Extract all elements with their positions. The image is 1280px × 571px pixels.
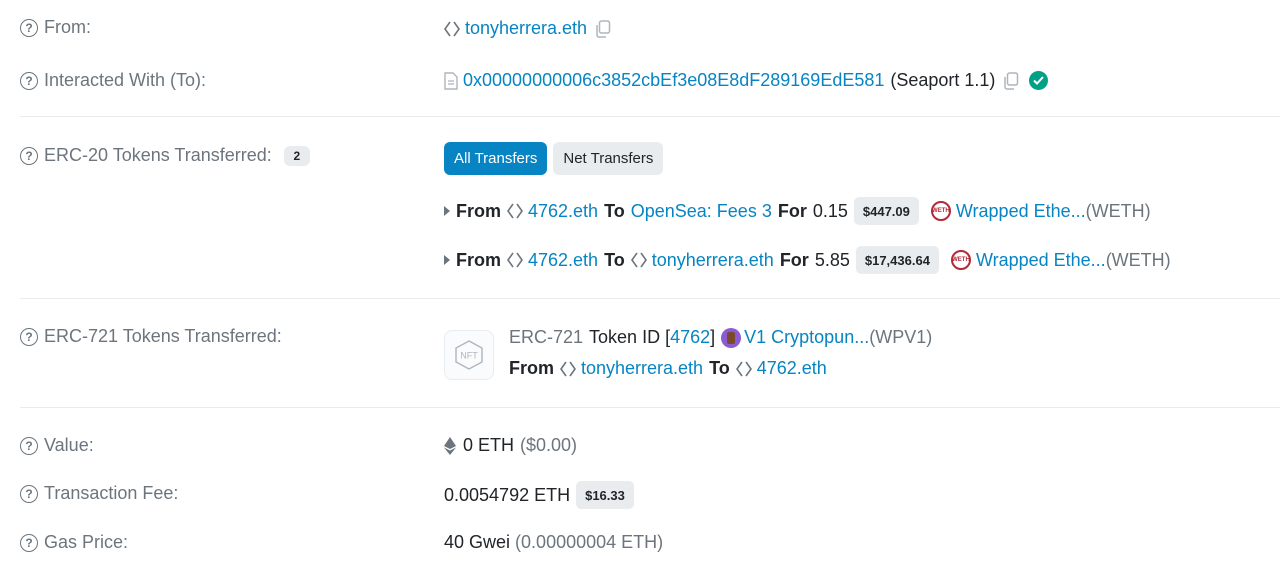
token-id-label: Token ID [: [589, 327, 671, 347]
copy-icon[interactable]: [1003, 71, 1019, 90]
from-word: From: [456, 249, 501, 270]
erc20-label-group: ? ERC-20 Tokens Transferred: 2: [20, 145, 310, 166]
caret-right-icon: [444, 206, 450, 216]
nft-hexagon-icon: NFT: [455, 340, 483, 370]
token-symbol: (WETH): [1085, 200, 1151, 221]
to-word: To: [709, 358, 730, 378]
value-label: Value:: [44, 435, 94, 455]
erc721-label: ERC-721 Tokens Transferred:: [44, 326, 282, 346]
erc721-label-group: ? ERC-721 Tokens Transferred:: [20, 326, 282, 347]
collection-link[interactable]: V1 Cryptopun...: [744, 327, 869, 348]
token-name-link[interactable]: Wrapped Ethe...: [956, 201, 1086, 222]
contract-name: (Seaport 1.1): [890, 70, 996, 90]
from-word: From: [456, 200, 501, 221]
divider: [20, 298, 1280, 299]
transfer-amount: 0.15: [812, 200, 848, 221]
for-word: For: [779, 249, 809, 270]
nft-to-link[interactable]: 4762.eth: [757, 358, 827, 379]
token-name-link[interactable]: Wrapped Ethe...: [976, 250, 1106, 271]
value-amount: 0 ETH: [463, 435, 515, 455]
erc721-token-line: ERC-721 Token ID [ 4762 ] V1 Cryptopun..…: [509, 327, 932, 348]
from-value: tonyherrera.eth: [444, 18, 611, 39]
fee-amount: 0.0054792 ETH: [444, 484, 571, 505]
help-icon[interactable]: ?: [20, 18, 38, 37]
transfer-to-link[interactable]: tonyherrera.eth: [652, 250, 774, 271]
for-word: For: [777, 200, 807, 221]
verified-check-icon: [1029, 71, 1049, 90]
cryptopunk-collection-icon: [721, 327, 742, 348]
to-value: 0x00000000006c3852cbEf3e08E8dF289169EdE5…: [444, 70, 1049, 91]
help-icon[interactable]: ?: [20, 484, 38, 503]
gas-label: Gas Price:: [44, 532, 129, 552]
from-address-link[interactable]: tonyherrera.eth: [465, 18, 587, 39]
usd-value-badge: $447.09: [853, 197, 919, 225]
copy-icon[interactable]: [595, 19, 611, 38]
ens-icon: [507, 202, 523, 220]
help-icon[interactable]: ?: [20, 327, 38, 346]
transfer-from-link[interactable]: 4762.eth: [528, 201, 598, 222]
gas-amount: 40 Gwei: [444, 532, 511, 552]
fee-label: Transaction Fee:: [44, 483, 179, 503]
help-icon[interactable]: ?: [20, 533, 38, 552]
usd-value-badge: $17,436.64: [855, 246, 939, 274]
svg-text:NFT: NFT: [460, 351, 478, 361]
token-id-close: ]: [710, 327, 716, 347]
ens-icon: [630, 251, 647, 269]
transfer-to-link[interactable]: OpenSea: Fees 3: [631, 201, 772, 222]
ens-icon: [560, 360, 576, 378]
value-value: 0 ETH ($0.00): [444, 435, 577, 456]
ens-icon: [507, 251, 523, 269]
weth-token-icon: WETH: [930, 201, 951, 221]
gas-value: 40 Gwei (0.00000004 ETH): [444, 532, 663, 553]
tab-all-transfers[interactable]: All Transfers: [444, 142, 548, 175]
value-label-group: ? Value:: [20, 435, 94, 456]
transfer-amount: 5.85: [814, 249, 850, 270]
nft-from-link[interactable]: tonyherrera.eth: [581, 358, 703, 379]
erc721-transfer-line: From tonyherrera.eth To 4762.eth: [509, 358, 827, 379]
gas-eth: (0.00000004 ETH): [515, 532, 664, 552]
erc20-label: ERC-20 Tokens Transferred:: [44, 145, 272, 165]
from-label: From:: [44, 17, 91, 37]
help-icon[interactable]: ?: [20, 146, 38, 165]
help-icon[interactable]: ?: [20, 436, 38, 455]
to-word: To: [604, 200, 625, 221]
ens-icon: [735, 360, 752, 378]
nft-thumbnail[interactable]: NFT: [444, 330, 494, 380]
help-icon[interactable]: ?: [20, 71, 38, 90]
transfer-tabs: All Transfers Net Transfers: [444, 142, 664, 175]
contract-file-icon: [444, 71, 458, 90]
gas-label-group: ? Gas Price:: [20, 532, 128, 553]
divider: [20, 116, 1280, 117]
ethereum-icon: [444, 436, 456, 455]
fee-value: 0.0054792 ETH $16.33: [444, 481, 640, 509]
fee-usd-badge: $16.33: [576, 481, 634, 509]
erc20-transfer-row: From 4762.eth To OpenSea: Fees 3 For 0.1…: [444, 197, 1151, 225]
tab-net-transfers[interactable]: Net Transfers: [553, 142, 664, 175]
token-symbol: (WETH): [1105, 249, 1171, 270]
erc20-transfer-row: From 4762.eth To tonyherrera.eth For 5.8…: [444, 246, 1171, 274]
fee-label-group: ? Transaction Fee:: [20, 483, 178, 504]
to-label: Interacted With (To):: [44, 70, 207, 90]
transfer-from-link[interactable]: 4762.eth: [528, 250, 598, 271]
erc20-count-badge: 2: [283, 145, 310, 166]
to-word: To: [604, 249, 625, 270]
ens-icon: [444, 20, 460, 38]
from-word: From: [509, 358, 554, 378]
contract-address-link[interactable]: 0x00000000006c3852cbEf3e08E8dF289169EdE5…: [463, 70, 884, 91]
collection-symbol: (WPV1): [869, 327, 933, 347]
to-label-group: ? Interacted With (To):: [20, 70, 206, 91]
divider: [20, 407, 1280, 408]
token-id-link[interactable]: 4762: [670, 327, 710, 348]
from-label-group: ? From:: [20, 17, 91, 38]
token-standard: ERC-721: [509, 327, 584, 347]
caret-right-icon: [444, 255, 450, 265]
value-usd: ($0.00): [520, 435, 578, 455]
weth-token-icon: WETH: [950, 250, 971, 270]
